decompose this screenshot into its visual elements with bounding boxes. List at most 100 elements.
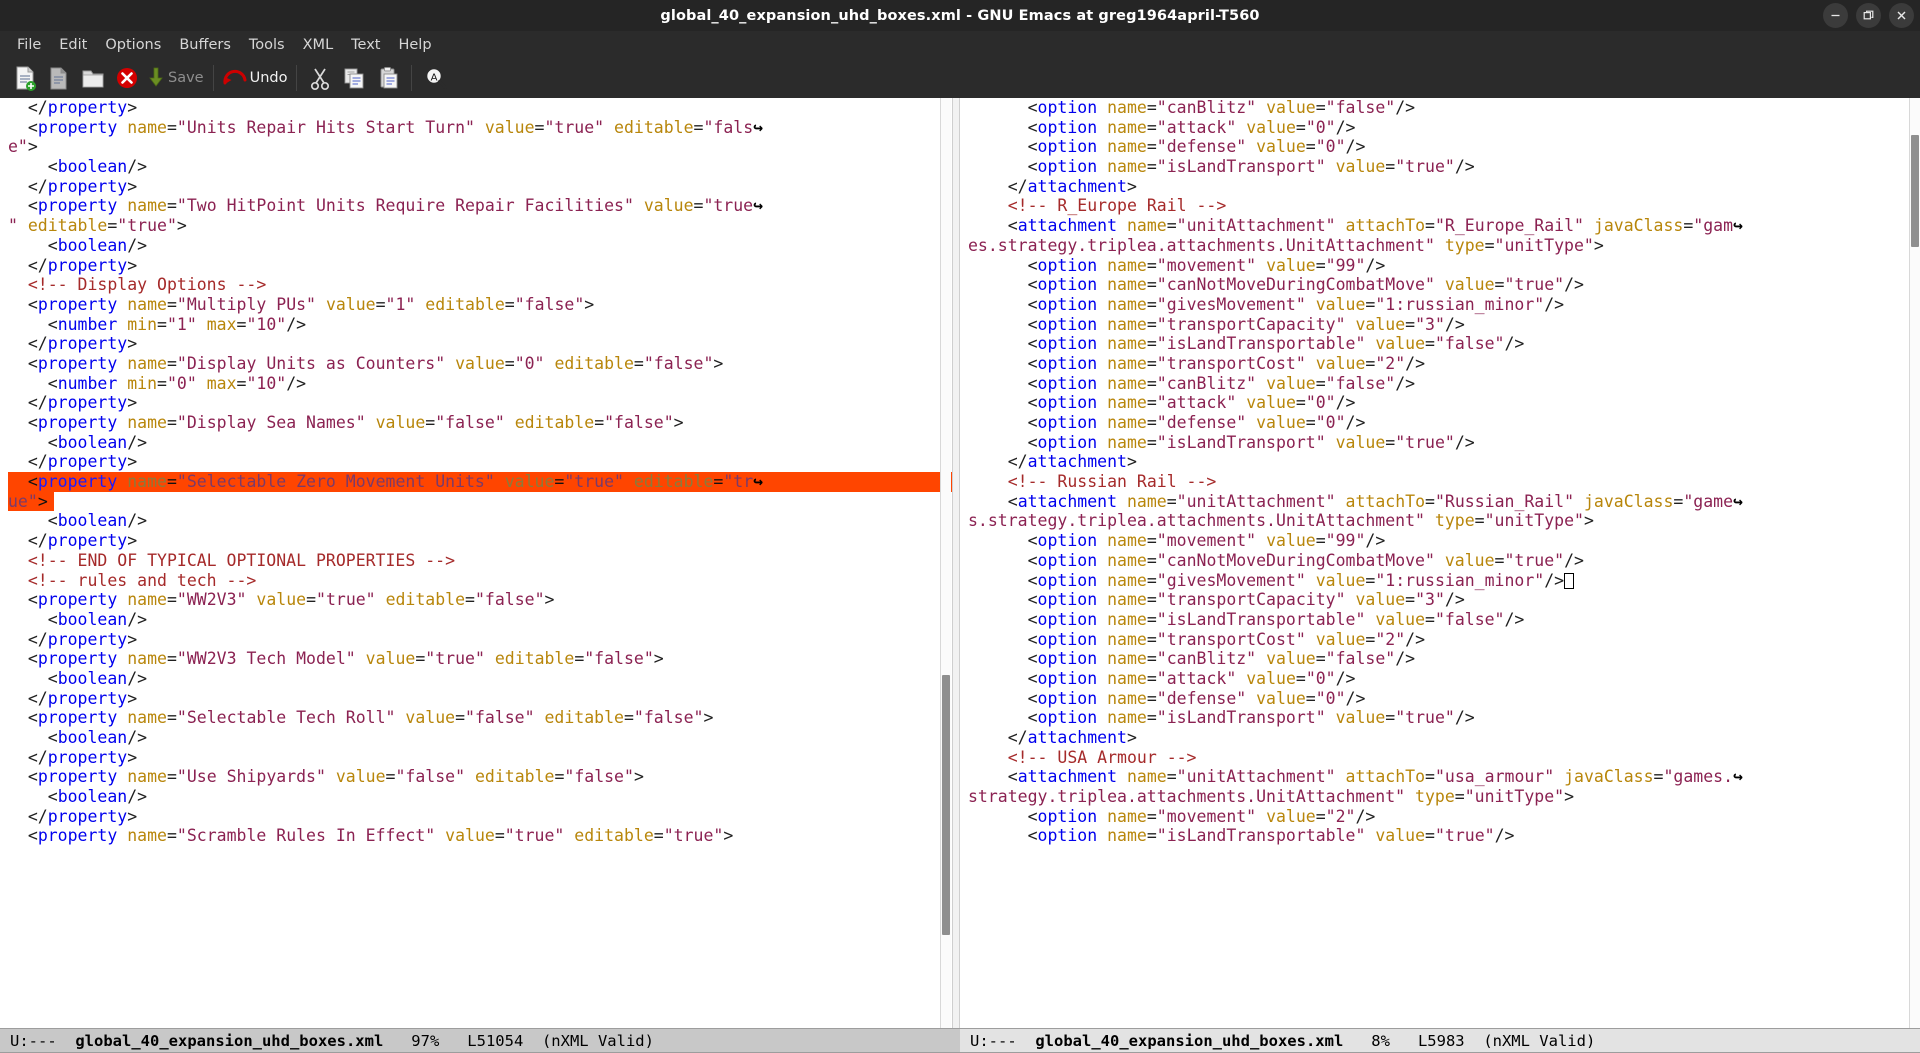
code-line[interactable]: <option name="canBlitz" value="false"/> — [968, 649, 1920, 669]
menu-item-file[interactable]: File — [8, 35, 50, 55]
code-line[interactable]: e"> — [8, 137, 960, 157]
menu-item-edit[interactable]: Edit — [50, 35, 96, 55]
code-line[interactable]: <option name="attack" value="0"/> — [968, 669, 1920, 689]
code-line[interactable]: <property name="Selectable Tech Roll" va… — [8, 708, 960, 728]
menu-item-options[interactable]: Options — [96, 35, 170, 55]
open-file-icon[interactable] — [42, 60, 76, 96]
code-line[interactable]: <property name="WW2V3" value="true" edit… — [8, 590, 960, 610]
scrollbar-left-thumb[interactable] — [942, 674, 950, 935]
menu-item-xml[interactable]: XML — [294, 35, 343, 55]
code-line[interactable]: <property name="Use Shipyards" value="fa… — [8, 767, 960, 787]
code-line[interactable]: <option name="isLandTransport" value="tr… — [968, 157, 1920, 177]
code-line[interactable]: " editable="true"> — [8, 216, 960, 236]
code-line[interactable]: <boolean/> — [8, 787, 960, 807]
code-line[interactable]: <boolean/> — [8, 236, 960, 256]
close-icon[interactable] — [1889, 3, 1914, 28]
code-line[interactable]: <!-- END OF TYPICAL OPTIONAL PROPERTIES … — [8, 551, 960, 571]
code-line[interactable]: <property name="Display Units as Counter… — [8, 354, 960, 374]
code-line[interactable]: <number min="0" max="10"/> — [8, 374, 960, 394]
code-line[interactable]: <property name="Scramble Rules In Effect… — [8, 826, 960, 846]
buffer-left-text[interactable]: </property> <property name="Units Repair… — [0, 98, 960, 846]
code-line[interactable]: es.strategy.triplea.attachments.UnitAtta… — [968, 236, 1920, 256]
code-line[interactable]: <option name="defense" value="0"/> — [968, 137, 1920, 157]
menu-item-text[interactable]: Text — [342, 35, 389, 55]
menu-item-help[interactable]: Help — [389, 35, 440, 55]
code-line[interactable]: <property name="WW2V3 Tech Model" value=… — [8, 649, 960, 669]
code-line[interactable]: <property name="Display Sea Names" value… — [8, 413, 960, 433]
code-line[interactable]: <option name="defense" value="0"/> — [968, 413, 1920, 433]
code-line[interactable]: <option name="canBlitz" value="false"/> — [968, 374, 1920, 394]
menu-item-tools[interactable]: Tools — [240, 35, 294, 55]
code-line[interactable]: <option name="transportCost" value="2"/> — [968, 354, 1920, 374]
code-line[interactable]: <option name="isLandTransportable" value… — [968, 334, 1920, 354]
code-line[interactable]: <option name="attack" value="0"/> — [968, 118, 1920, 138]
copy-icon[interactable] — [337, 60, 371, 96]
scrollbar-right-thumb[interactable] — [1911, 135, 1919, 247]
save-button[interactable]: Save — [144, 60, 207, 96]
code-line[interactable]: <property name="Multiply PUs" value="1" … — [8, 295, 960, 315]
code-line[interactable]: <!-- Russian Rail --> — [968, 472, 1920, 492]
code-line-selected[interactable]: <property name="Selectable Zero Movement… — [8, 472, 960, 492]
code-line[interactable]: </property> — [8, 531, 960, 551]
code-line[interactable]: <!-- rules and tech --> — [8, 571, 960, 591]
code-line[interactable]: <option name="defense" value="0"/> — [968, 689, 1920, 709]
code-line[interactable]: <option name="isLandTransportable" value… — [968, 826, 1920, 846]
code-line[interactable]: <boolean/> — [8, 157, 960, 177]
maximize-icon[interactable] — [1856, 3, 1881, 28]
code-line[interactable]: <boolean/> — [8, 511, 960, 531]
code-line[interactable]: <!-- R_Europe Rail --> — [968, 196, 1920, 216]
search-icon[interactable]: A — [418, 60, 452, 96]
code-line[interactable]: <option name="canNotMoveDuringCombatMove… — [968, 551, 1920, 571]
scrollbar-left[interactable] — [940, 98, 951, 1028]
code-line[interactable]: <option name="givesMovement" value="1:ru… — [968, 571, 1920, 591]
code-line[interactable]: <boolean/> — [8, 728, 960, 748]
dired-folder-icon[interactable] — [76, 60, 110, 96]
code-line[interactable]: <option name="canBlitz" value="false"/> — [968, 98, 1920, 118]
code-line[interactable]: </property> — [8, 177, 960, 197]
code-line[interactable]: <option name="attack" value="0"/> — [968, 393, 1920, 413]
code-line[interactable]: <option name="givesMovement" value="1:ru… — [968, 295, 1920, 315]
code-line[interactable]: </property> — [8, 630, 960, 650]
code-line[interactable]: </attachment> — [968, 728, 1920, 748]
modeline-right[interactable]: U:--- global_40_expansion_uhd_boxes.xml … — [960, 1028, 1920, 1053]
code-line[interactable]: <option name="movement" value="99"/> — [968, 531, 1920, 551]
code-line[interactable]: <boolean/> — [8, 669, 960, 689]
code-line[interactable]: </property> — [8, 748, 960, 768]
buffer-right[interactable]: <option name="canBlitz" value="false"/> … — [960, 98, 1920, 1028]
code-line[interactable]: </property> — [8, 334, 960, 354]
menu-item-buffers[interactable]: Buffers — [170, 35, 240, 55]
buffer-left[interactable]: </property> <property name="Units Repair… — [0, 98, 960, 1028]
window-divider[interactable] — [952, 98, 960, 1028]
code-line[interactable]: <option name="isLandTransportable" value… — [968, 610, 1920, 630]
code-line-selected[interactable]: ue"> — [8, 491, 960, 512]
close-buffer-icon[interactable] — [110, 60, 144, 96]
code-line[interactable]: <boolean/> — [8, 433, 960, 453]
code-line[interactable]: strategy.triplea.attachments.UnitAttachm… — [968, 787, 1920, 807]
code-line[interactable]: <boolean/> — [8, 610, 960, 630]
code-line[interactable]: s.strategy.triplea.attachments.UnitAttac… — [968, 511, 1920, 531]
code-line[interactable]: <attachment name="unitAttachment" attach… — [968, 492, 1920, 512]
code-line[interactable]: <option name="movement" value="99"/> — [968, 256, 1920, 276]
code-line[interactable]: <attachment name="unitAttachment" attach… — [968, 216, 1920, 236]
code-line[interactable]: </property> — [8, 452, 960, 472]
code-line[interactable]: <!-- USA Armour --> — [968, 748, 1920, 768]
code-line[interactable]: <option name="transportCapacity" value="… — [968, 315, 1920, 335]
code-line[interactable]: <!-- Display Options --> — [8, 275, 960, 295]
code-line[interactable]: </property> — [8, 98, 960, 118]
new-file-icon[interactable] — [8, 60, 42, 96]
code-line[interactable]: </property> — [8, 393, 960, 413]
scrollbar-right[interactable] — [1909, 98, 1920, 1028]
code-line[interactable]: </attachment> — [968, 177, 1920, 197]
code-line[interactable]: <option name="movement" value="2"/> — [968, 807, 1920, 827]
code-line[interactable]: </attachment> — [968, 452, 1920, 472]
code-line[interactable]: </property> — [8, 256, 960, 276]
minimize-icon[interactable] — [1823, 3, 1848, 28]
code-line[interactable]: <property name="Two HitPoint Units Requi… — [8, 196, 960, 216]
code-line[interactable]: <option name="transportCost" value="2"/> — [968, 630, 1920, 650]
code-line[interactable]: <option name="transportCapacity" value="… — [968, 590, 1920, 610]
cut-icon[interactable] — [303, 60, 337, 96]
paste-icon[interactable] — [371, 60, 405, 96]
code-line[interactable]: </property> — [8, 689, 960, 709]
undo-button[interactable]: Undo — [220, 60, 291, 96]
code-line[interactable]: <option name="isLandTransport" value="tr… — [968, 708, 1920, 728]
